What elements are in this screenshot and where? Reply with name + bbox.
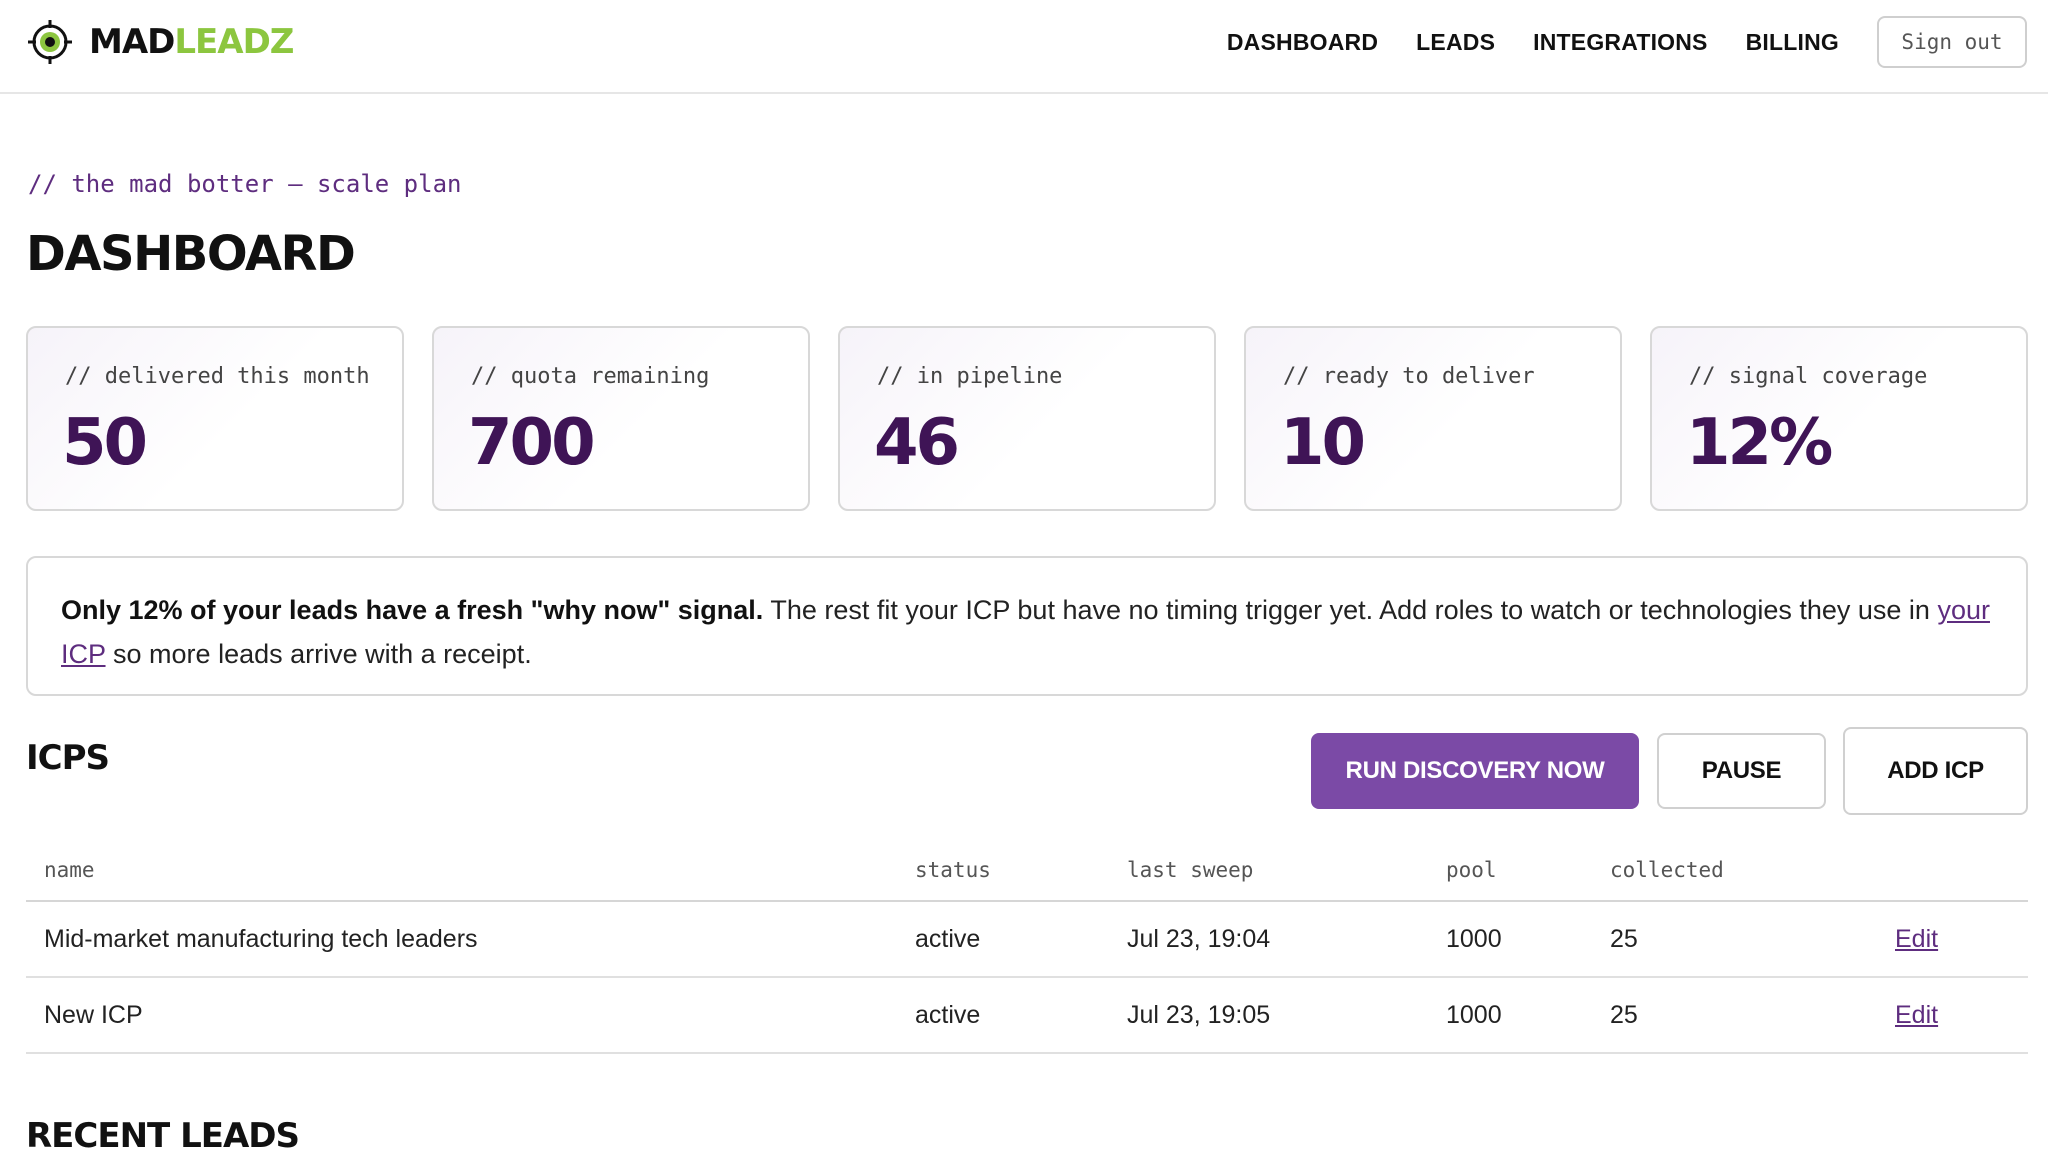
sign-out-button[interactable]: Sign out [1877,16,2027,68]
icps-section-title: ICPS [26,738,110,778]
top-navigation-bar: MADLEADZ DASHBOARD LEADS INTEGRATIONS BI… [0,0,2048,94]
nav-leads[interactable]: LEADS [1416,29,1495,56]
icp-last-sweep: Jul 23, 19:04 [1127,925,1271,953]
stat-card-quota: // quota remaining 700 [432,326,810,511]
stat-label: // in pipeline [877,364,1063,389]
column-header-last-sweep: last sweep [1127,858,1254,882]
icp-name: New ICP [44,1001,143,1029]
stat-card-pipeline: // in pipeline 46 [838,326,1216,511]
icp-pool: 1000 [1446,925,1502,953]
edit-icp-link[interactable]: Edit [1895,1001,1938,1030]
stat-label: // ready to deliver [1283,364,1535,389]
recent-leads-section-title: RECENT LEADS [26,1116,300,1156]
stat-label: // signal coverage [1689,364,1928,389]
pause-button[interactable]: PAUSE [1657,733,1826,809]
nav-integrations[interactable]: INTEGRATIONS [1533,29,1707,56]
stats-row: // delivered this month 50 // quota rema… [26,326,2028,511]
stat-value: 12% [1686,406,1833,480]
table-row: New ICP active Jul 23, 19:05 1000 25 Edi… [26,978,2028,1054]
nav-dashboard[interactable]: DASHBOARD [1227,29,1378,56]
column-header-name: name [44,858,95,882]
run-discovery-button[interactable]: RUN DISCOVERY NOW [1311,733,1639,809]
brand-logo[interactable]: MADLEADZ [27,19,294,65]
notice-text: The rest fit your ICP but have no timing… [763,595,1938,625]
stat-value: 50 [62,406,148,480]
icps-table: name status last sweep pool collected Mi… [26,846,2028,1054]
stat-label: // quota remaining [471,364,710,389]
stat-card-signal-coverage: // signal coverage 12% [1650,326,2028,511]
stat-value: 10 [1280,406,1366,480]
brand-name-part2: LEADZ [174,22,294,62]
stat-value: 700 [468,406,596,480]
stat-card-ready: // ready to deliver 10 [1244,326,1622,511]
main-nav: DASHBOARD LEADS INTEGRATIONS BILLING Sig… [1227,16,2027,68]
stat-card-delivered: // delivered this month 50 [26,326,404,511]
signal-coverage-notice: Only 12% of your leads have a fresh "why… [26,556,2028,696]
page-title: DASHBOARD [26,226,356,282]
icp-collected: 25 [1610,1001,1638,1029]
icp-pool: 1000 [1446,1001,1502,1029]
icp-name: Mid-market manufacturing tech leaders [44,925,478,953]
add-icp-button[interactable]: ADD ICP [1843,727,2028,815]
stat-label: // delivered this month [65,364,370,389]
stat-value: 46 [874,406,960,480]
nav-billing[interactable]: BILLING [1746,29,1839,56]
brand-wordmark: MADLEADZ [89,20,294,64]
brand-name-part1: MAD [89,22,175,62]
icp-last-sweep: Jul 23, 19:05 [1127,1001,1271,1029]
breadcrumb: // the mad botter — scale plan [28,170,462,198]
table-row: Mid-market manufacturing tech leaders ac… [26,902,2028,978]
edit-icp-link[interactable]: Edit [1895,925,1938,954]
notice-emphasis: Only 12% of your leads have a fresh "why… [61,595,764,625]
column-header-pool: pool [1446,858,1497,882]
notice-tail: so more leads arrive with a receipt. [105,639,532,669]
icp-status: active [915,925,981,953]
column-header-collected: collected [1610,858,1724,882]
column-header-status: status [915,858,991,882]
icp-status: active [915,1001,981,1029]
table-header: name status last sweep pool collected [26,846,2028,902]
crosshair-target-icon [27,19,73,65]
icp-collected: 25 [1610,925,1638,953]
